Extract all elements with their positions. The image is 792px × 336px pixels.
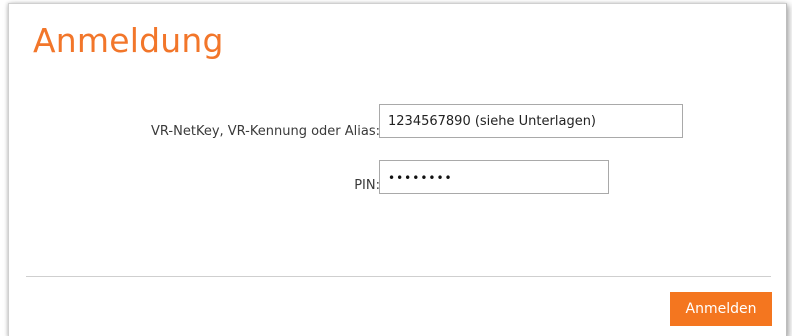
page: Anmeldung VR-NetKey, VR-Kennung oder Ali… [0,0,792,336]
login-button[interactable]: Anmelden [670,292,772,326]
page-title: Anmeldung [33,21,224,60]
pin-input[interactable] [379,160,609,194]
username-input[interactable] [379,104,683,138]
pin-label: PIN: [354,178,380,193]
divider [26,276,771,277]
username-label: VR-NetKey, VR-Kennung oder Alias: [151,124,380,139]
